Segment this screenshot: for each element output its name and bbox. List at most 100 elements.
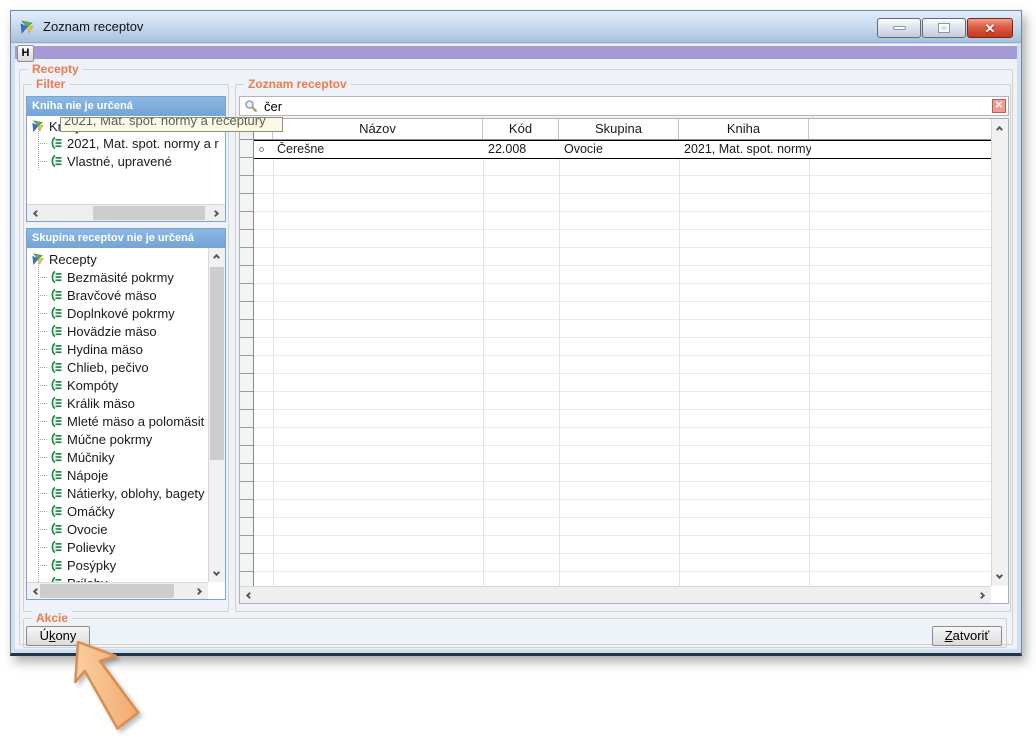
search-input[interactable] bbox=[264, 97, 964, 115]
tree-item[interactable]: Bezmäsité pokrmy bbox=[38, 269, 174, 285]
tree-item[interactable]: Králik mäso bbox=[38, 395, 135, 411]
groupbox-filter-label: Filter bbox=[32, 77, 69, 91]
tree-item[interactable]: Doplnkové pokrmy bbox=[38, 305, 175, 321]
titlebar: Zoznam receptov ✕ bbox=[11, 11, 1021, 43]
scroll-right-icon[interactable] bbox=[195, 588, 202, 595]
groupbox-akcie-label: Akcie bbox=[32, 611, 72, 625]
scroll-right-icon[interactable] bbox=[212, 210, 219, 217]
scroll-down-icon[interactable] bbox=[213, 569, 220, 576]
scroll-right-icon[interactable] bbox=[978, 592, 985, 599]
window-title: Zoznam receptov bbox=[43, 19, 143, 34]
accent-bar bbox=[15, 46, 1017, 59]
tree-item[interactable]: Nátierky, oblohy, bagety bbox=[38, 485, 205, 501]
green-category-list-icon bbox=[49, 468, 63, 482]
tree-item[interactable]: Ovocie bbox=[38, 521, 107, 537]
close-button[interactable]: ✕ bbox=[967, 18, 1013, 38]
tree-item[interactable]: Vlastné, upravené bbox=[38, 153, 172, 169]
green-category-list-icon bbox=[49, 306, 63, 320]
orange-pointer-arrow bbox=[38, 628, 170, 746]
search-icon bbox=[244, 99, 259, 114]
column-separator bbox=[809, 140, 810, 586]
page: Zoznam receptov ✕ H Recepty Filter Kniha… bbox=[0, 0, 1036, 746]
groupbox-recepty: Recepty Filter Kniha nie je určená Knihy bbox=[19, 69, 1013, 645]
book-panel: Kniha nie je určená Knihy 2021, Mat. spo… bbox=[26, 96, 226, 222]
zatvorit-button[interactable]: Zatvoriť bbox=[932, 626, 1002, 646]
tree-item[interactable]: Múčne pokrmy bbox=[38, 431, 152, 447]
tree-item[interactable]: Hovädzie mäso bbox=[38, 323, 157, 339]
grid-header: ✓ Názov Kód Skupina Kniha bbox=[240, 119, 991, 140]
groupbox-filter: Filter Kniha nie je určená Knihy bbox=[23, 84, 229, 612]
maximize-button[interactable] bbox=[922, 18, 966, 38]
hscroll-thumb[interactable] bbox=[93, 206, 205, 220]
minimize-button[interactable] bbox=[877, 18, 921, 38]
tree-item[interactable]: Bravčové mäso bbox=[38, 287, 157, 303]
search-bar: ✕ bbox=[239, 96, 1009, 116]
tree-item[interactable]: Polievky bbox=[38, 539, 115, 555]
groupbox-zoznam-label: Zoznam receptov bbox=[244, 77, 351, 91]
green-category-list-icon bbox=[49, 450, 63, 464]
book-panel-hscrollbar[interactable] bbox=[27, 204, 225, 221]
recipe-group-tree: Recepty Bezmäsité pokrmy Bravčové mäso D… bbox=[27, 248, 208, 582]
grid-hscrollbar[interactable] bbox=[240, 586, 991, 603]
book-panel-header: Kniha nie je určená bbox=[27, 97, 225, 116]
tooltip-text: 2021, Mat. spot. normy a receptury bbox=[64, 117, 282, 128]
column-header-nazov[interactable]: Názov bbox=[273, 119, 483, 139]
scroll-left-icon[interactable] bbox=[33, 588, 40, 595]
maximize-icon bbox=[939, 24, 949, 32]
tree-item[interactable]: Omáčky bbox=[38, 503, 115, 519]
tree-item[interactable]: Hydina mäso bbox=[38, 341, 143, 357]
minimize-icon bbox=[893, 26, 906, 30]
group-panel-vscrollbar[interactable] bbox=[208, 248, 225, 582]
green-category-list-icon bbox=[49, 432, 63, 446]
group-panel-hscrollbar[interactable] bbox=[27, 582, 208, 599]
cell-skupina: Ovocie bbox=[564, 142, 680, 157]
scroll-down-icon[interactable] bbox=[996, 572, 1003, 579]
column-separator bbox=[483, 140, 484, 586]
tree-item[interactable]: Chlieb, pečivo bbox=[38, 359, 149, 375]
tree-item[interactable]: 2021, Mat. spot. normy a r bbox=[38, 135, 219, 151]
column-separator bbox=[273, 140, 274, 586]
clear-search-button[interactable]: ✕ bbox=[992, 99, 1006, 113]
green-category-list-icon bbox=[49, 414, 63, 428]
groupbox-akcie: Akcie Úkony Zatvoriť bbox=[23, 618, 1007, 648]
app-window: Zoznam receptov ✕ H Recepty Filter Kniha… bbox=[10, 10, 1022, 656]
grid-body: Čerešne 22.008 Ovocie 2021, Mat. spot. n… bbox=[240, 140, 991, 586]
recipe-group-panel: Skupina receptov nie je určená Recepty B… bbox=[26, 228, 226, 600]
green-category-list-icon bbox=[49, 504, 63, 518]
cell-nazov: Čerešne bbox=[277, 142, 482, 157]
green-category-list-icon bbox=[49, 342, 63, 356]
cell-kod: 22.008 bbox=[488, 142, 560, 157]
red-x-icon: ✕ bbox=[995, 100, 1003, 111]
column-header-kniha[interactable]: Kniha bbox=[679, 119, 809, 139]
grid-vscrollbar[interactable] bbox=[991, 119, 1008, 586]
hscroll-thumb[interactable] bbox=[40, 584, 174, 598]
vscroll-thumb[interactable] bbox=[210, 267, 224, 460]
green-category-list-icon bbox=[49, 558, 63, 572]
green-category-list-icon bbox=[49, 288, 63, 302]
groupbox-recepty-label: Recepty bbox=[28, 62, 83, 76]
column-header-kod[interactable]: Kód bbox=[483, 119, 559, 139]
h-toolbar-button[interactable]: H bbox=[17, 45, 34, 62]
grid-indicator-column bbox=[240, 140, 254, 586]
app-icon bbox=[19, 19, 35, 35]
tree-item[interactable]: Mleté mäso a polomäsit bbox=[38, 413, 204, 429]
client-area: H Recepty Filter Kniha nie je určená Kni… bbox=[15, 44, 1017, 649]
tree-item[interactable]: Prílohy bbox=[38, 575, 107, 582]
tree-item[interactable]: Múčniky bbox=[38, 449, 115, 465]
scroll-up-icon[interactable] bbox=[213, 254, 220, 261]
green-category-list-icon bbox=[49, 378, 63, 392]
tree-item[interactable]: Posýpky bbox=[38, 557, 116, 573]
scroll-up-icon[interactable] bbox=[996, 126, 1003, 133]
tree-item[interactable]: Kompóty bbox=[38, 377, 118, 393]
scroll-left-icon[interactable] bbox=[246, 592, 253, 599]
green-category-list-icon bbox=[49, 540, 63, 554]
cell-kniha: 2021, Mat. spot. normy a bbox=[684, 142, 811, 157]
groupbox-zoznam-receptov: Zoznam receptov ✕ ✓ Názov Kód bbox=[235, 84, 1011, 612]
tree-item[interactable]: Nápoje bbox=[38, 467, 108, 483]
table-row-selected[interactable]: Čerešne 22.008 Ovocie 2021, Mat. spot. n… bbox=[254, 140, 991, 159]
tree-root-recepty[interactable]: Recepty bbox=[31, 251, 97, 267]
column-header-skupina[interactable]: Skupina bbox=[559, 119, 679, 139]
column-separator bbox=[559, 140, 560, 586]
pinwheel-app-icon bbox=[31, 119, 45, 133]
scroll-left-icon[interactable] bbox=[33, 210, 40, 217]
